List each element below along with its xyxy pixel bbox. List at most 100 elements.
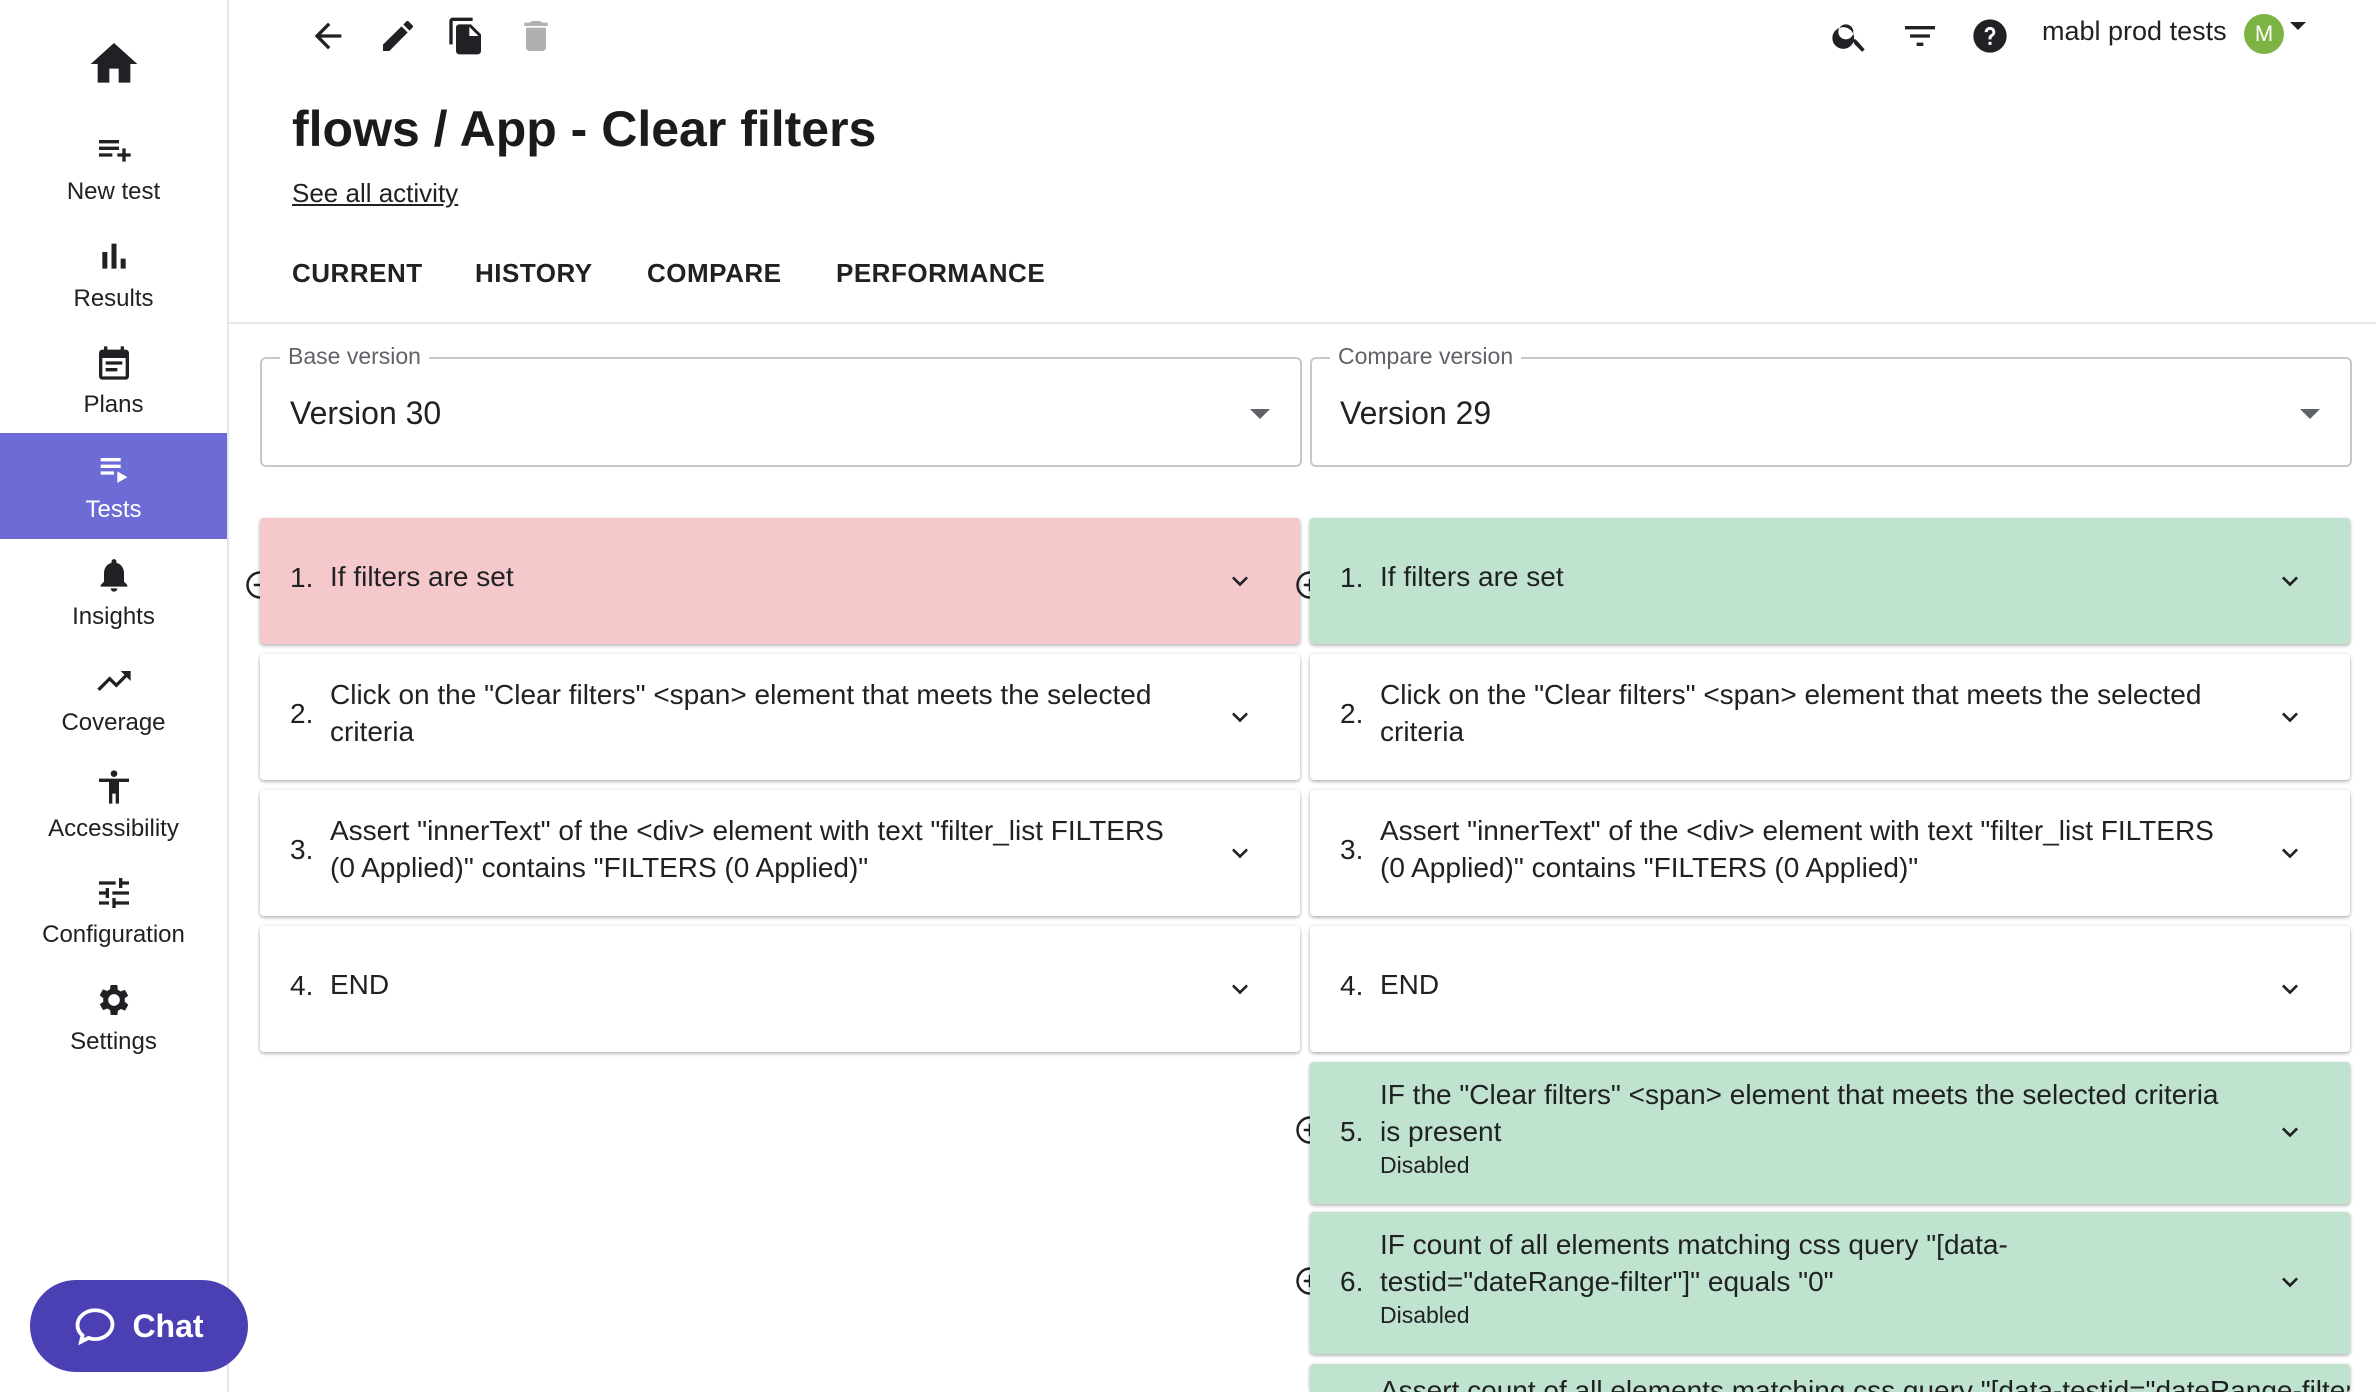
tab-compare[interactable]: COMPARE: [647, 258, 781, 289]
chevron-down-icon[interactable]: [2290, 22, 2306, 30]
search-button[interactable]: [1828, 14, 1872, 58]
chat-label: Chat: [132, 1307, 204, 1344]
compare-version-select[interactable]: Compare version Version 29: [1310, 343, 2352, 467]
trash-icon: [524, 21, 548, 51]
sidebar-item-label: Tests: [85, 496, 142, 523]
step-card[interactable]: 3. Assert "innerText" of the <div> eleme…: [260, 790, 1300, 916]
tab-history[interactable]: HISTORY: [475, 258, 593, 289]
sidebar-item-coverage[interactable]: Coverage: [0, 646, 227, 752]
compare-version-value: Version 29: [1340, 395, 1492, 431]
chevron-down-icon[interactable]: [2274, 973, 2306, 1005]
step-text: Assert count of all elements matching cs…: [1380, 1375, 2350, 1392]
chevron-down-icon[interactable]: [1224, 701, 1256, 733]
step-card[interactable]: 6. IF count of all elements matching css…: [1310, 1212, 2350, 1354]
chevron-down-icon[interactable]: [2274, 701, 2306, 733]
sidebar-item-plans[interactable]: Plans: [0, 328, 227, 434]
help-icon: [1973, 19, 2007, 53]
step-text: Click on the "Clear filters" <span> elem…: [330, 679, 1152, 747]
step-number: 5.: [1340, 1116, 1364, 1147]
playlist-add-icon: [98, 140, 131, 162]
chevron-down-icon[interactable]: [1224, 837, 1256, 869]
bar-chart-icon: [101, 243, 126, 269]
back-button[interactable]: [306, 14, 350, 58]
bell-icon: [100, 559, 127, 592]
step-card[interactable]: 1. If filters are set: [260, 518, 1300, 644]
filter-list-icon: [1905, 26, 1935, 46]
step-number: 1.: [1340, 562, 1364, 593]
page-title: flows / App - Clear filters: [292, 101, 877, 157]
step-number: 2.: [1340, 698, 1364, 729]
base-version-label: Base version: [280, 343, 429, 370]
sidebar-item-tests[interactable]: Tests: [0, 433, 227, 539]
step-text: IF count of all elements matching css qu…: [1380, 1226, 2240, 1330]
tab-performance[interactable]: PERFORMANCE: [836, 258, 1045, 289]
step-number: 3.: [290, 834, 314, 865]
filter-button[interactable]: [1898, 14, 1942, 58]
step-card[interactable]: 5. IF the "Clear filters" <span> element…: [1310, 1062, 2350, 1204]
see-all-activity-link[interactable]: See all activity: [292, 178, 458, 209]
step-text: Assert "innerText" of the <div> element …: [1380, 815, 2214, 883]
edit-button[interactable]: [376, 14, 420, 58]
delete-button[interactable]: [514, 14, 558, 58]
sidebar-item-results[interactable]: Results: [0, 222, 227, 328]
step-text: If filters are set: [1380, 561, 1564, 592]
sidebar-item-configuration[interactable]: Configuration: [0, 858, 227, 964]
chevron-down-icon[interactable]: [2274, 1266, 2306, 1298]
step-card[interactable]: Assert count of all elements matching cs…: [1310, 1364, 2350, 1392]
avatar[interactable]: M: [2244, 14, 2284, 54]
sidebar-item-label: Settings: [70, 1028, 157, 1055]
pencil-icon: [383, 21, 413, 51]
chevron-down-icon[interactable]: [1224, 973, 1256, 1005]
search-icon: [1832, 24, 1865, 52]
chevron-down-icon[interactable]: [2274, 837, 2306, 869]
step-text: END: [330, 969, 390, 1000]
base-version-select[interactable]: Base version Version 30: [260, 343, 1302, 467]
tab-current[interactable]: CURRENT: [292, 258, 423, 289]
step-card[interactable]: 2. Click on the "Clear filters" <span> e…: [260, 654, 1300, 780]
sidebar-item-label: Coverage: [61, 709, 166, 736]
step-status: Disabled: [1380, 1302, 1470, 1328]
sidebar-item-label: Accessibility: [48, 815, 179, 842]
duplicate-button[interactable]: [444, 14, 488, 58]
gear-icon: [99, 985, 128, 1015]
step-card[interactable]: 4. END: [1310, 926, 2350, 1052]
sidebar-item-label: Plans: [83, 391, 144, 418]
step-text: END: [1380, 969, 1440, 1000]
sidebar-item-insights[interactable]: Insights: [0, 540, 227, 646]
chevron-down-icon[interactable]: [2274, 565, 2306, 597]
step-description: IF the "Clear filters" <span> element th…: [1380, 1079, 2219, 1147]
step-text: Click on the "Clear filters" <span> elem…: [1380, 679, 2202, 747]
help-button[interactable]: [1968, 14, 2012, 58]
step-card[interactable]: 2. Click on the "Clear filters" <span> e…: [1310, 654, 2350, 780]
step-text: If filters are set: [330, 561, 514, 592]
sidebar-item-label: Insights: [72, 603, 155, 630]
step-status: Disabled: [1380, 1152, 1470, 1178]
sidebar-item-label: Configuration: [42, 921, 185, 948]
dropdown-arrow-icon: [2300, 409, 2320, 419]
base-version-value: Version 30: [290, 395, 442, 431]
step-number: 4.: [290, 970, 314, 1001]
step-card[interactable]: 4. END: [260, 926, 1300, 1052]
arrow-back-icon: [314, 22, 342, 50]
step-text: Assert "innerText" of the <div> element …: [330, 815, 1164, 883]
chevron-down-icon[interactable]: [2274, 1116, 2306, 1148]
step-card[interactable]: 3. Assert "innerText" of the <div> eleme…: [1310, 790, 2350, 916]
sidebar-item-label: Results: [73, 285, 154, 312]
step-card[interactable]: 1. If filters are set: [1310, 518, 2350, 644]
workspace-name[interactable]: mabl prod tests: [2042, 16, 2227, 47]
sidebar-item-accessibility[interactable]: Accessibility: [0, 752, 227, 858]
sidebar-item-label: New test: [66, 178, 161, 205]
step-number: 1.: [290, 562, 314, 593]
chevron-down-icon[interactable]: [1224, 565, 1256, 597]
step-text: IF the "Clear filters" <span> element th…: [1380, 1076, 2240, 1180]
trending-up-icon: [96, 671, 131, 691]
step-number: 3.: [1340, 834, 1364, 865]
home-icon: [90, 43, 137, 83]
chat-button[interactable]: Chat: [30, 1280, 248, 1372]
copy-icon: [449, 17, 481, 55]
home-button[interactable]: [0, 24, 227, 104]
playlist-play-icon: [100, 458, 127, 483]
sidebar-item-new-test[interactable]: New test: [0, 115, 227, 221]
calendar-icon: [98, 346, 129, 380]
sidebar-item-settings[interactable]: Settings: [0, 965, 227, 1071]
